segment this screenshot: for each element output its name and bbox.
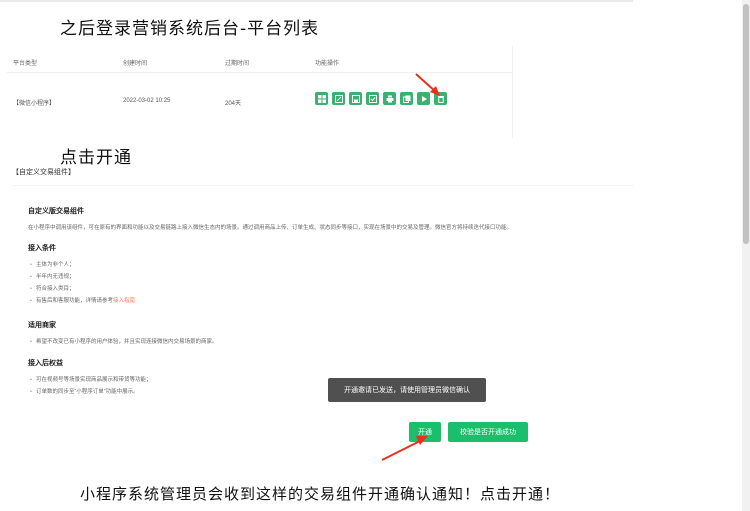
- toast-message: 开通邀请已发送，请使用管理员微信确认: [328, 378, 486, 402]
- col-header-created: 创建时间: [123, 61, 148, 67]
- col-header-expire: 过期时间: [225, 61, 250, 67]
- panel-title: 自定义版交易组件: [28, 208, 84, 215]
- panel-desc: 在小程序中调用该组件，可在原有的界面和功能以及交易链路上接入微信生态内的场景。通…: [28, 225, 513, 231]
- trade-component-panel: 自定义版交易组件 在小程序中调用该组件，可在原有的界面和功能以及交易链路上接入微…: [12, 185, 634, 441]
- cond-item-last: 有售后和客服功能，详情请参考接入指南: [30, 296, 135, 304]
- cell-expire: 204天: [225, 101, 242, 107]
- arrow-to-open-button: [381, 436, 428, 461]
- print-icon[interactable]: [383, 92, 396, 105]
- edit-icon[interactable]: [332, 92, 345, 105]
- save-icon[interactable]: [349, 92, 362, 105]
- arrow-to-play-icon: [415, 73, 440, 96]
- merchant-title: 适用商家: [28, 322, 56, 329]
- heading-top: 之后登录营销系统后台-平台列表: [60, 19, 320, 39]
- col-header-type: 平台类型: [13, 61, 38, 67]
- check-open-button[interactable]: 校验是否开通成功: [448, 422, 528, 442]
- heading-click: 点击开通: [60, 148, 132, 168]
- merchant-item: 希望不改变已有小程序的用户体验，并且实现连接微信内交易场景的商家。: [30, 337, 218, 345]
- cond-title: 接入条件: [28, 245, 56, 252]
- cond-last-text: 有售后和客服功能，详情请参考: [35, 298, 113, 304]
- cond-item: 主体为非个人；: [30, 260, 75, 268]
- guide-link[interactable]: 接入指南: [113, 298, 135, 304]
- cond-item: 符合接入类目；: [30, 284, 75, 292]
- cell-type: 【微信小程序】: [13, 101, 56, 107]
- scrollbar-thumb[interactable]: [743, 4, 749, 244]
- heading-bottom: 小程序系统管理员会收到这样的交易组件开通确认通知！点击开通！: [80, 485, 561, 503]
- rights-title: 接入后权益: [28, 360, 63, 367]
- cond-item: 半年内无违规；: [30, 272, 75, 280]
- rights-item: 可在视频号等场景实现商品展示和带货等功能；: [30, 375, 152, 383]
- top-divider: [0, 0, 633, 2]
- component-label: 【自定义交易组件】: [12, 169, 75, 176]
- grid-icon[interactable]: [315, 92, 328, 105]
- check-edit-icon[interactable]: [366, 92, 379, 105]
- cell-created: 2022-03-02 10:25: [123, 98, 171, 104]
- rights-item: 订单数的同步至“小程序订单”功能中展示。: [30, 387, 139, 395]
- col-header-ops: 功能操作: [315, 61, 340, 67]
- scrollbar[interactable]: [742, 0, 750, 511]
